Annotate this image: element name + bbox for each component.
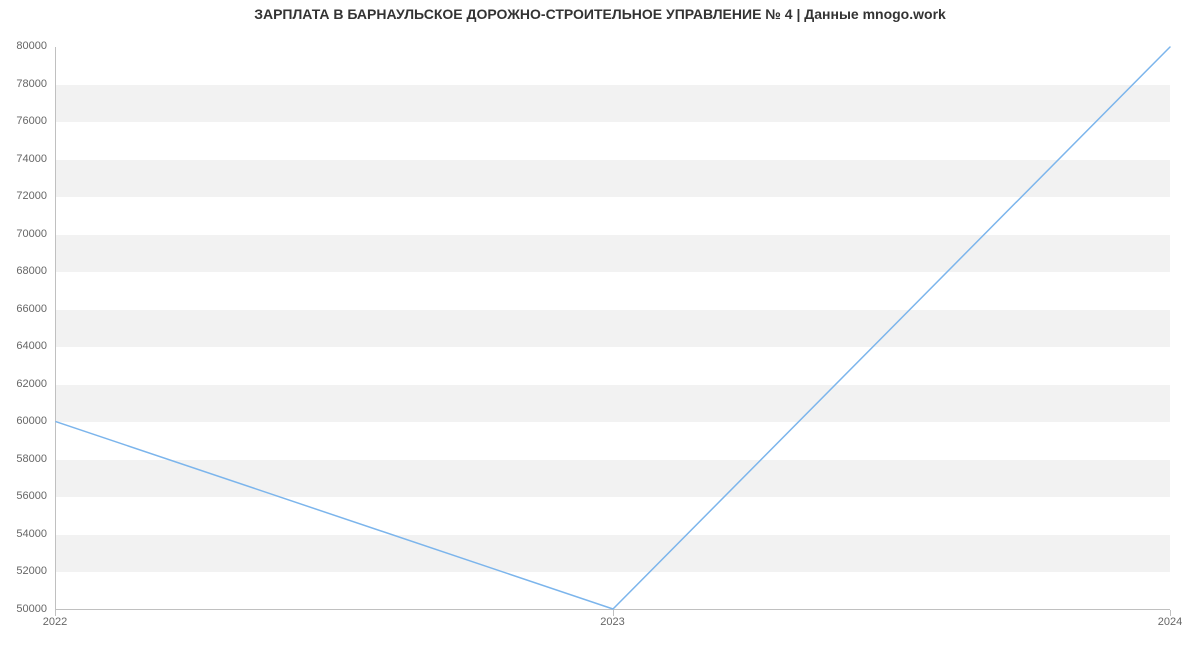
x-tick-label: 2023 (593, 616, 633, 628)
series-line (56, 47, 1170, 609)
y-tick-label: 76000 (0, 115, 47, 127)
y-tick-label: 66000 (0, 303, 47, 315)
y-tick-label: 68000 (0, 265, 47, 277)
y-tick-label: 70000 (0, 228, 47, 240)
x-tick-label: 2022 (35, 616, 75, 628)
y-tick-label: 62000 (0, 378, 47, 390)
y-tick-label: 80000 (0, 40, 47, 52)
y-tick-label: 64000 (0, 340, 47, 352)
y-tick-label: 58000 (0, 453, 47, 465)
y-tick-label: 56000 (0, 490, 47, 502)
y-tick-label: 52000 (0, 565, 47, 577)
plot-area (55, 47, 1170, 610)
chart-title: ЗАРПЛАТА В БАРНАУЛЬСКОЕ ДОРОЖНО-СТРОИТЕЛ… (0, 6, 1200, 22)
chart-container: ЗАРПЛАТА В БАРНАУЛЬСКОЕ ДОРОЖНО-СТРОИТЕЛ… (0, 0, 1200, 650)
line-layer (56, 47, 1170, 609)
y-tick-label: 74000 (0, 153, 47, 165)
y-tick-label: 78000 (0, 78, 47, 90)
x-tick-label: 2024 (1150, 616, 1190, 628)
y-tick-label: 50000 (0, 603, 47, 615)
y-tick-label: 54000 (0, 528, 47, 540)
y-tick-label: 60000 (0, 415, 47, 427)
y-tick-label: 72000 (0, 190, 47, 202)
